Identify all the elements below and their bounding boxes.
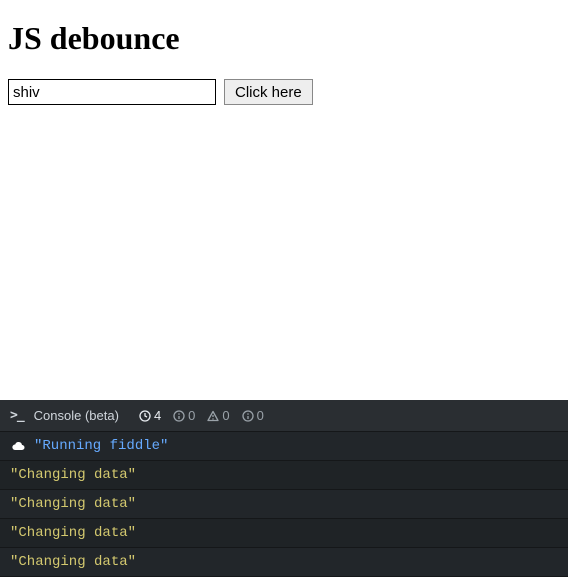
info-icon [173, 410, 185, 422]
console-log-list[interactable]: "Running fiddle" "Changing data" "Changing… [0, 432, 568, 577]
console-log-row: "Running fiddle" [0, 432, 568, 461]
error-count-stat[interactable]: 0 [242, 408, 264, 423]
log-count-value: 4 [154, 408, 161, 423]
clock-icon [139, 410, 151, 422]
cloud-icon [10, 441, 26, 451]
log-count-stat[interactable]: 4 [139, 408, 161, 423]
text-input[interactable] [8, 79, 216, 105]
terminal-icon: >_ [10, 408, 24, 423]
console-header: >_ Console (beta) 4 0 0 0 [0, 400, 568, 432]
console-log-row: "Changing data" [0, 461, 568, 490]
warning-icon [207, 410, 219, 422]
controls-row: Click here [8, 79, 560, 105]
warn-count-value: 0 [222, 408, 229, 423]
page-title: JS debounce [8, 20, 560, 57]
console-stats: 4 0 0 0 [139, 408, 264, 423]
console-log-row: "Changing data" [0, 490, 568, 519]
app-content: JS debounce Click here [0, 0, 568, 400]
console-log-text: "Changing data" [10, 554, 136, 570]
console-log-row: "Changing data" [0, 548, 568, 577]
console-log-text: "Changing data" [10, 496, 136, 512]
info-count-value: 0 [188, 408, 195, 423]
console-panel: >_ Console (beta) 4 0 0 0 "Running fiddl… [0, 400, 568, 577]
console-log-row: "Changing data" [0, 519, 568, 548]
info-count-stat[interactable]: 0 [173, 408, 195, 423]
warn-count-stat[interactable]: 0 [207, 408, 229, 423]
console-log-text: "Changing data" [10, 467, 136, 483]
console-title: Console (beta) [34, 408, 119, 423]
error-count-value: 0 [257, 408, 264, 423]
console-log-text: "Changing data" [10, 525, 136, 541]
click-here-button[interactable]: Click here [224, 79, 313, 105]
error-icon [242, 410, 254, 422]
console-log-text: "Running fiddle" [34, 438, 168, 454]
